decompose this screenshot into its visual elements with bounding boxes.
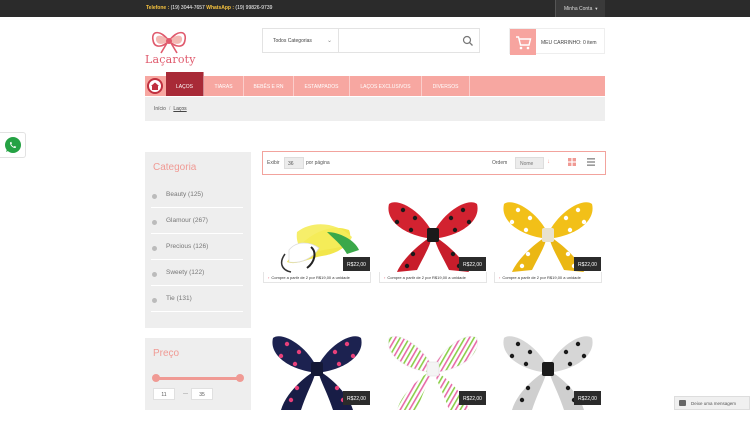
product-card[interactable]: R$22,00 <box>379 326 487 426</box>
product-promo: › Compre a partir de 2 por R$19,00 a unid… <box>379 272 487 283</box>
product-price: R$22,00 <box>574 257 601 271</box>
bullet-icon <box>152 272 157 277</box>
top-bar: Telefone : (19) 3044-7657 WhatsApp : (19… <box>0 0 750 17</box>
grid-view-icon[interactable] <box>568 158 576 166</box>
product-price: R$22,00 <box>459 391 486 405</box>
chat-widget[interactable]: Deixe uma mensagem <box>674 396 750 410</box>
category-label: Sweety (122) <box>166 269 205 276</box>
product-promo-text: Compre a partir de 2 por R$19,00 a unida… <box>502 275 581 280</box>
whatsapp-button[interactable] <box>0 132 26 158</box>
product-price: R$22,00 <box>459 257 486 271</box>
search-bar: Todos Categorias ⌄ <box>262 28 480 53</box>
whatsapp-label: WhatsApp : <box>206 5 235 11</box>
breadcrumb-current[interactable]: Laços <box>173 106 186 112</box>
breadcrumb-home[interactable]: Início <box>154 106 166 112</box>
category-select[interactable]: Todos Categorias ⌄ <box>263 29 339 52</box>
product-price: R$22,00 <box>574 391 601 405</box>
price-slider-min-handle[interactable] <box>152 374 160 382</box>
listing-toolbar: Exibir 36 por página Ordem Nome ↓ <box>262 151 606 175</box>
category-item[interactable]: Tie (131) <box>151 290 243 312</box>
per-page-select[interactable]: 36 <box>284 157 304 169</box>
product-promo-text: Compre a partir de 2 por R$19,00 a unida… <box>271 275 350 280</box>
product-card[interactable]: R$22,00 <box>494 326 602 426</box>
breadcrumb-separator: / <box>168 106 171 112</box>
price-filter: Preço 11 — 35 <box>145 338 251 410</box>
whatsapp-icon <box>5 137 21 153</box>
cart-icon <box>510 29 536 55</box>
whatsapp-number: (19) 99826-9739 <box>235 5 273 11</box>
price-slider-max-handle[interactable] <box>236 374 244 382</box>
category-item[interactable]: Sweety (122) <box>151 264 243 286</box>
nav-item-bebes-e-rn[interactable]: BEBÊS E RN <box>244 76 294 96</box>
price-separator: — <box>183 391 188 397</box>
phone-label: Telefone : <box>146 5 170 11</box>
bow-logo-icon <box>151 31 187 54</box>
product-promo: › Compre a partir de 2 por R$19,00 a unid… <box>494 272 602 283</box>
search-icon[interactable] <box>461 34 475 48</box>
cart-label: MEU CARRINHO: 0 item <box>541 40 597 46</box>
main-nav: LAÇOS TIARAS BEBÊS E RN ESTAMPADOS LAÇOS… <box>145 72 605 96</box>
nav-item-tiaras[interactable]: TIARAS <box>204 76 244 96</box>
product-card[interactable]: R$22,00 › Compre a partir de 2 por R$19,0… <box>379 192 487 292</box>
chat-icon <box>679 400 686 406</box>
chevron-down-icon: ⌄ <box>327 38 333 44</box>
nav-item-lacos[interactable]: LAÇOS <box>166 72 204 96</box>
price-max-field[interactable]: 35 <box>191 388 213 400</box>
category-select-value: Todos Categorias <box>273 38 312 44</box>
logo[interactable]: Laçaroty <box>145 28 196 66</box>
category-title: Categoria <box>153 162 197 173</box>
product-card[interactable]: R$22,00 <box>263 326 371 426</box>
chevron-right-icon: › <box>499 275 501 280</box>
product-price: R$22,00 <box>343 257 370 271</box>
category-item[interactable]: Glamour (267) <box>151 212 243 234</box>
category-label: Glamour (267) <box>166 217 208 224</box>
category-item[interactable]: Beauty (125) <box>151 186 243 208</box>
home-icon[interactable] <box>147 78 163 94</box>
cart-button[interactable]: MEU CARRINHO: 0 item <box>509 28 605 55</box>
order-select[interactable]: Nome <box>515 157 544 169</box>
list-view-icon[interactable] <box>587 158 595 166</box>
per-page-label: por página <box>306 160 330 166</box>
bullet-icon <box>152 246 157 251</box>
chevron-down-icon: ▼ <box>594 6 599 11</box>
show-label: Exibir <box>267 160 280 166</box>
product-promo: › Compre a partir de 2 por R$19,00 a unid… <box>263 272 371 283</box>
chevron-right-icon: › <box>268 275 270 280</box>
my-account-label: Minha Conta <box>564 6 593 12</box>
sort-direction-icon[interactable]: ↓ <box>547 159 550 165</box>
search-input[interactable] <box>343 32 453 49</box>
category-label: Tie (131) <box>166 295 192 302</box>
my-account-menu[interactable]: Minha Conta ▼ <box>555 0 605 17</box>
nav-item-diversos[interactable]: DIVERSOS <box>422 76 470 96</box>
product-promo-text: Compre a partir de 2 por R$19,00 a unida… <box>387 275 466 280</box>
chat-label: Deixe uma mensagem <box>691 401 737 406</box>
price-slider[interactable] <box>152 374 244 382</box>
category-label: Precious (126) <box>166 243 209 250</box>
chevron-right-icon: › <box>384 275 386 280</box>
nav-item-lacos-exclusivos[interactable]: LAÇOS EXCLUSIVOS <box>350 76 422 96</box>
product-card[interactable]: R$22,00 › Compre a partir de 2 por R$19,0… <box>494 192 602 292</box>
contact-info: Telefone : (19) 3044-7657 WhatsApp : (19… <box>146 5 272 11</box>
nav-item-estampados[interactable]: ESTAMPADOS <box>294 76 350 96</box>
product-card[interactable]: R$22,00 › Compre a partir de 2 por R$19,0… <box>263 192 371 292</box>
bullet-icon <box>152 194 157 199</box>
price-min-field[interactable]: 11 <box>153 388 175 400</box>
order-label: Ordem <box>492 160 508 166</box>
category-sidebar: Categoria Beauty (125) Glamour (267) Pre… <box>145 152 251 328</box>
bullet-icon <box>152 220 157 225</box>
category-item[interactable]: Precious (126) <box>151 238 243 260</box>
phone-number: (19) 3044-7657 <box>170 5 205 11</box>
price-title: Preço <box>153 348 180 359</box>
product-price: R$22,00 <box>343 391 370 405</box>
breadcrumb: Início / Laços <box>145 97 605 121</box>
brand-name: Laçaroty <box>145 53 196 66</box>
bullet-icon <box>152 298 157 303</box>
category-label: Beauty (125) <box>166 191 204 198</box>
